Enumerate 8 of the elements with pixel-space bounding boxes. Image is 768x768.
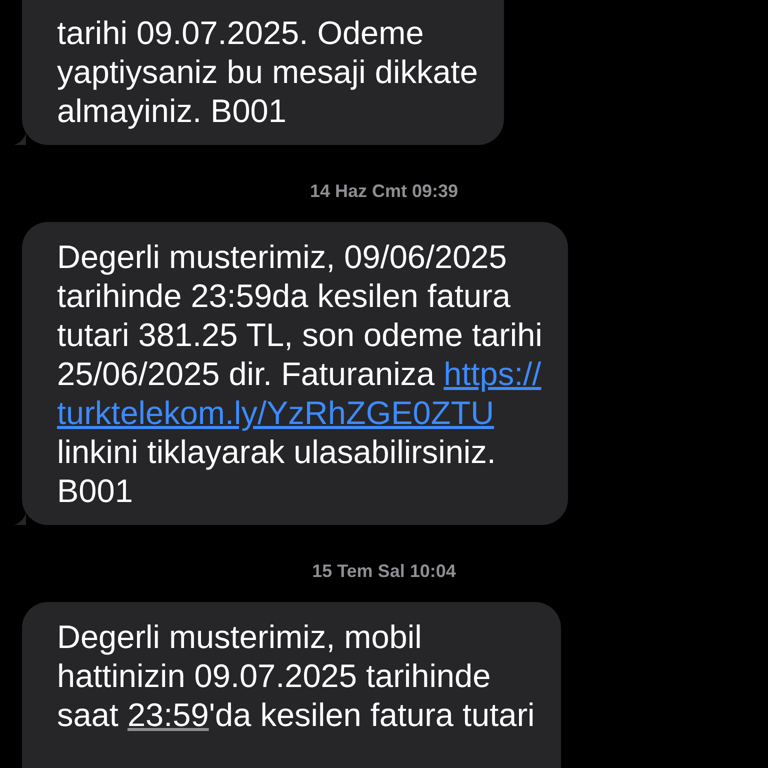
message-text: Degerli musterimiz, 09/06/2025 tarihinde 23:59da kesilen fatura tutari 381.25 TL, son odeme tarihi 25/06/2025 dir. Faturaniza https:// turktelekom.ly/YzRhZGE0ZTU linkini tiklayarak ulasabilirsiniz. B001: [57, 238, 542, 511]
message-timestamp: 14 Haz Cmt 09:39: [310, 181, 458, 202]
message-link[interactable]: turktelekom.ly/YzRhZGE0ZTU: [57, 395, 494, 431]
detected-time-link[interactable]: 23:59: [127, 697, 209, 733]
message-text: Degerli musterimiz, mobil hattinizin 09.07.2025 tarihinde saat 23:59'da kesilen fatura tutari: [57, 618, 535, 735]
message-timestamp: 15 Tem Sal 10:04: [312, 561, 456, 582]
message-text: tarihi 09.07.2025. Odeme yaptiysaniz bu mesaji dikkate almayiniz. B001: [57, 14, 478, 131]
message-link[interactable]: https://: [444, 356, 542, 392]
